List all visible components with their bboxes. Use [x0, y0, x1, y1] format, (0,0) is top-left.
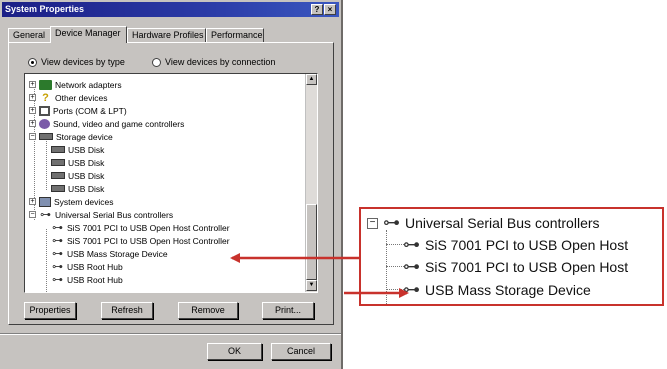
tab-device-manager[interactable]: Device Manager — [50, 26, 127, 43]
annotation-arrows — [230, 253, 409, 298]
